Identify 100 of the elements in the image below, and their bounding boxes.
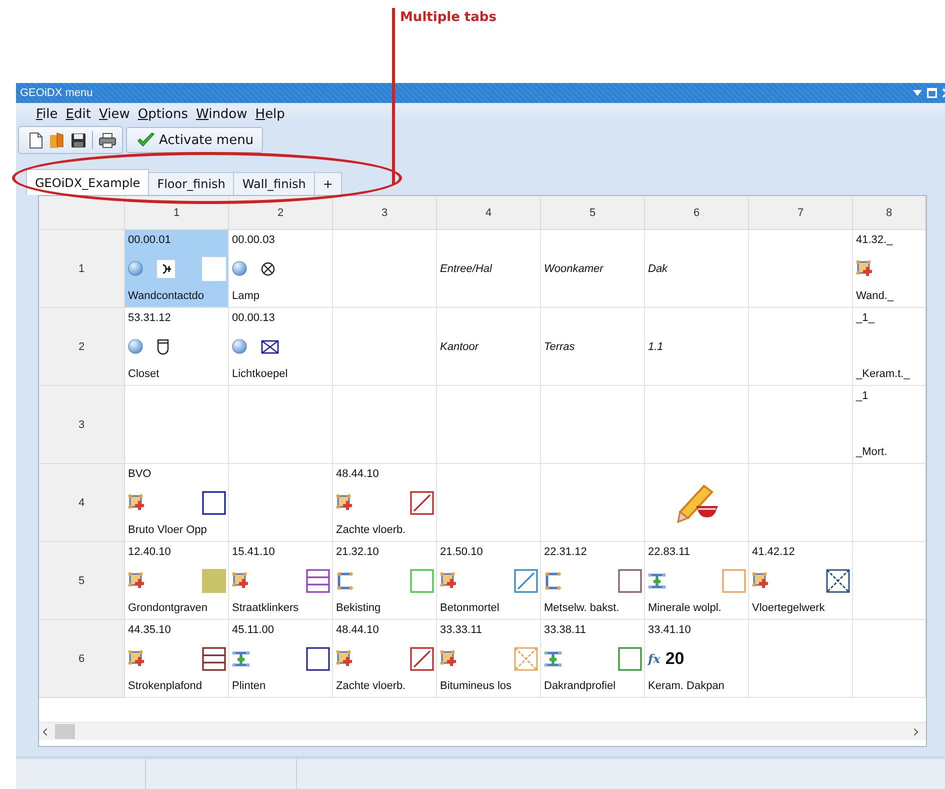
lamp-symbol-icon: [261, 262, 275, 276]
grid-cell[interactable]: [541, 464, 645, 542]
menu-item[interactable]: Help: [255, 106, 285, 122]
grid-cell[interactable]: 00.00.03 Lamp: [229, 230, 333, 308]
menu-item[interactable]: Options: [138, 106, 188, 122]
grid-cell[interactable]: [125, 386, 229, 464]
grid-cell[interactable]: [749, 230, 853, 308]
grid-cell[interactable]: [437, 386, 541, 464]
grid-cell[interactable]: BVO Bruto Vloer Opp: [125, 464, 229, 542]
checkmark-icon: [137, 132, 155, 148]
grid-cell[interactable]: [853, 542, 926, 620]
grid-cell[interactable]: Entree/Hal: [437, 230, 541, 308]
grid-cell[interactable]: [853, 464, 926, 542]
menu-item[interactable]: View: [98, 106, 130, 122]
grid-cell[interactable]: _1_ _Keram.t._: [853, 308, 926, 386]
grid-cell[interactable]: 33.38.11 Dakrandprofiel: [541, 620, 645, 698]
open-file-icon[interactable]: [49, 132, 65, 148]
grid-cell[interactable]: [333, 386, 437, 464]
grid-cell[interactable]: [333, 230, 437, 308]
column-header: 6: [645, 196, 749, 230]
grid-cell[interactable]: Terras: [541, 308, 645, 386]
grid-cell[interactable]: [645, 386, 749, 464]
column-header: 8: [853, 196, 926, 230]
grid-cell[interactable]: [853, 620, 926, 698]
element-name: Minerale wolpl.: [648, 602, 722, 615]
formula-value: 20: [665, 648, 684, 668]
grid-cell[interactable]: 41.32._ Wand._: [853, 230, 926, 308]
element-icon: [128, 650, 146, 668]
menu-item[interactable]: Window: [196, 106, 248, 122]
grid-cell[interactable]: [229, 386, 333, 464]
dropdown-icon[interactable]: [913, 90, 922, 96]
menu-item[interactable]: Edit: [66, 106, 91, 122]
grid-cell[interactable]: 48.44.10 Zachte vloerb.: [333, 620, 437, 698]
grid-cell[interactable]: Kantoor: [437, 308, 541, 386]
tab[interactable]: Floor_finish: [148, 172, 234, 195]
grid-cell[interactable]: 48.44.10 Zachte vloerb.: [333, 464, 437, 542]
new-file-icon[interactable]: [29, 132, 43, 148]
element-code: _1_: [856, 312, 876, 325]
element-name: Bitumineus los: [440, 680, 513, 693]
space-label: Dak: [648, 262, 669, 274]
grid-cell[interactable]: 45.11.00 Plinten: [229, 620, 333, 698]
row-header: 2: [39, 308, 125, 386]
maximize-icon[interactable]: [927, 88, 937, 98]
element-name: Closet: [128, 368, 160, 381]
grid-cell[interactable]: [229, 464, 333, 542]
grid-cell[interactable]: [749, 308, 853, 386]
tab[interactable]: Wall_finish: [233, 172, 315, 195]
grid-cell[interactable]: [749, 620, 853, 698]
grid-cell[interactable]: 41.42.12 Vloertegelwerk: [749, 542, 853, 620]
grid-cell[interactable]: 22.83.11 Minerale wolpl.: [645, 542, 749, 620]
scroll-thumb[interactable]: [55, 724, 75, 739]
activate-menu-button[interactable]: Activate menu: [126, 127, 263, 153]
element-code: 00.00.13: [232, 312, 276, 325]
grid-cell[interactable]: [749, 464, 853, 542]
grid-cell[interactable]: 1.1: [645, 308, 749, 386]
grid-cell[interactable]: 33.33.11 Bitumineus los: [437, 620, 541, 698]
tab[interactable]: GEOiDX_Example: [26, 169, 150, 195]
element-name: _Keram.t._: [856, 368, 911, 381]
menu-item[interactable]: File: [36, 106, 58, 122]
grid-cell[interactable]: 21.50.10 Betonmortel: [437, 542, 541, 620]
grid-cell[interactable]: 00.00.13 Lichtkoepel: [229, 308, 333, 386]
grid-cell[interactable]: 15.41.10 Straatklinkers: [229, 542, 333, 620]
element-name: Plinten: [232, 680, 267, 693]
grid-cell[interactable]: 53.31.12 Closet: [125, 308, 229, 386]
element-name: Betonmortel: [440, 602, 500, 615]
grid-cell[interactable]: 12.40.10 Grondontgraven: [125, 542, 229, 620]
column-header: 4: [437, 196, 541, 230]
grid-cell[interactable]: 21.32.10 Bekisting: [333, 542, 437, 620]
element-name: Metselw. bakst.: [544, 602, 620, 615]
grid-cell[interactable]: [645, 464, 749, 542]
row-header: 3: [39, 386, 125, 464]
bracket-icon: [336, 572, 354, 590]
grid-cell[interactable]: _1 _Mort.: [853, 386, 926, 464]
grid-cell[interactable]: [333, 308, 437, 386]
grid-cell[interactable]: [749, 386, 853, 464]
grid-cell[interactable]: 44.35.10 Strokenplafond: [125, 620, 229, 698]
closet-symbol-icon: [157, 338, 169, 354]
grid-cell[interactable]: 22.31.12 Metselw. bakst.: [541, 542, 645, 620]
save-icon[interactable]: [71, 132, 86, 148]
grid-cell[interactable]: Woonkamer: [541, 230, 645, 308]
print-icon[interactable]: [99, 132, 116, 148]
element-code: 12.40.10: [128, 546, 172, 559]
element-code: 15.41.10: [232, 546, 276, 559]
profile-icon: [648, 572, 666, 590]
grid-cell[interactable]: 33.41.10 fx 20 Keram. Dakpan: [645, 620, 749, 698]
sphere-icon: [232, 339, 247, 354]
column-header: 1: [125, 196, 229, 230]
element-code: BVO: [128, 468, 152, 481]
grid-cell[interactable]: Dak: [645, 230, 749, 308]
column-header: 7: [749, 196, 853, 230]
tab[interactable]: +: [314, 172, 342, 195]
element-name: Zachte vloerb.: [336, 680, 407, 693]
element-code: 33.41.10: [648, 624, 692, 637]
horizontal-scrollbar[interactable]: [39, 722, 926, 740]
grid-cell[interactable]: [541, 386, 645, 464]
element-name: _Mort.: [856, 446, 888, 459]
grid-cell[interactable]: [437, 464, 541, 542]
bracket-icon: [544, 572, 562, 590]
grid-cell[interactable]: 00.00.01 Wandcontactdo: [125, 230, 229, 308]
element-icon: [128, 572, 146, 590]
